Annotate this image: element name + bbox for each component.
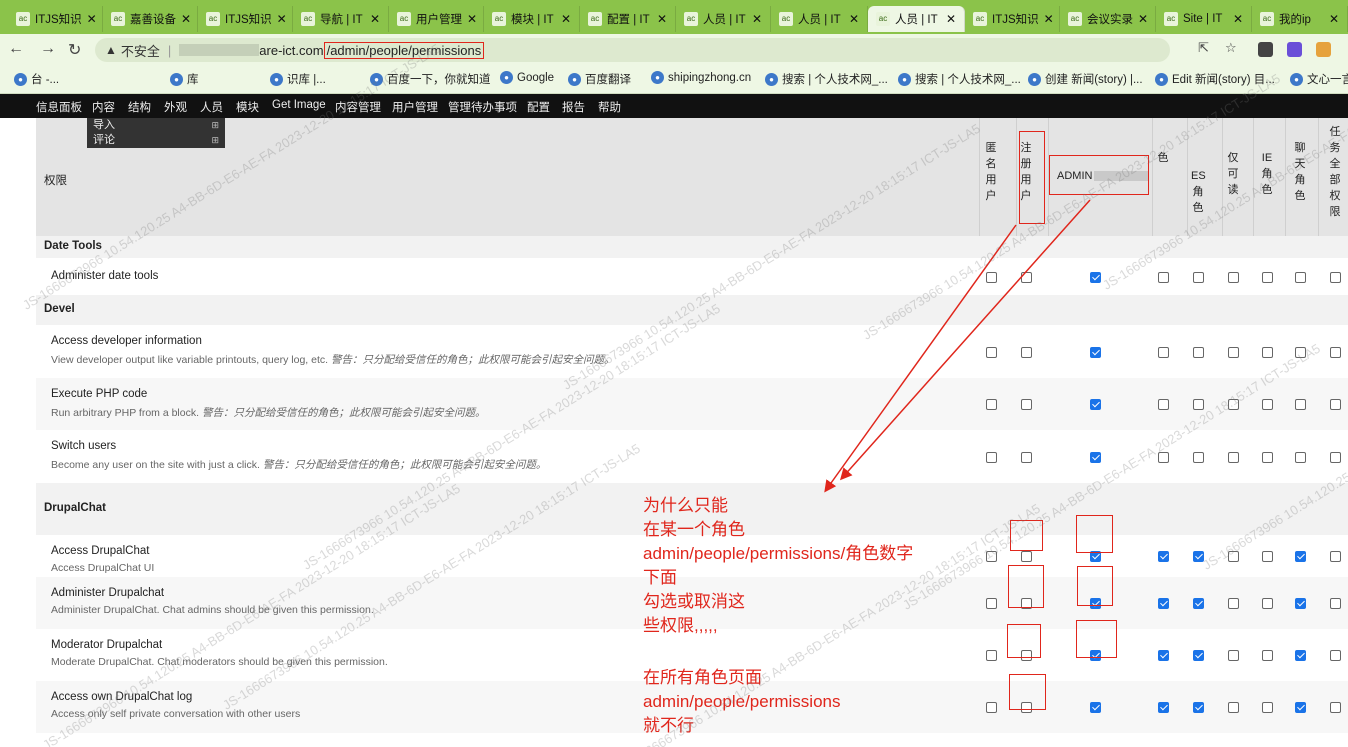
- annotation-arrow: [840, 199, 1091, 481]
- annotation-arrow: [824, 224, 1017, 493]
- dropdown-item-comments[interactable]: 评论 ⊞: [87, 133, 225, 148]
- annotation-note-a: 为什么只能 在某一个角色 admin/people/permissions/角色…: [643, 494, 913, 638]
- content-dropdown: 导入 ⊞ 评论 ⊞: [87, 118, 225, 148]
- note-line: 就不行: [643, 716, 694, 735]
- note-line: 为什么只能: [643, 496, 728, 515]
- note-line: admin/people/permissions/角色数字: [643, 544, 914, 563]
- note-line: 在某一个角色: [643, 520, 745, 539]
- note-line: 勾选或取消这: [643, 592, 745, 611]
- note-line: 些权限,,,,,: [643, 616, 718, 635]
- dropdown-item-import[interactable]: 导入 ⊞: [87, 118, 225, 133]
- annotation-note-b: 在所有角色页面 admin/people/permissions 就不行: [643, 666, 841, 738]
- note-line: 下面: [643, 568, 677, 587]
- note-line: 在所有角色页面: [643, 668, 762, 687]
- note-line: admin/people/permissions: [643, 692, 841, 711]
